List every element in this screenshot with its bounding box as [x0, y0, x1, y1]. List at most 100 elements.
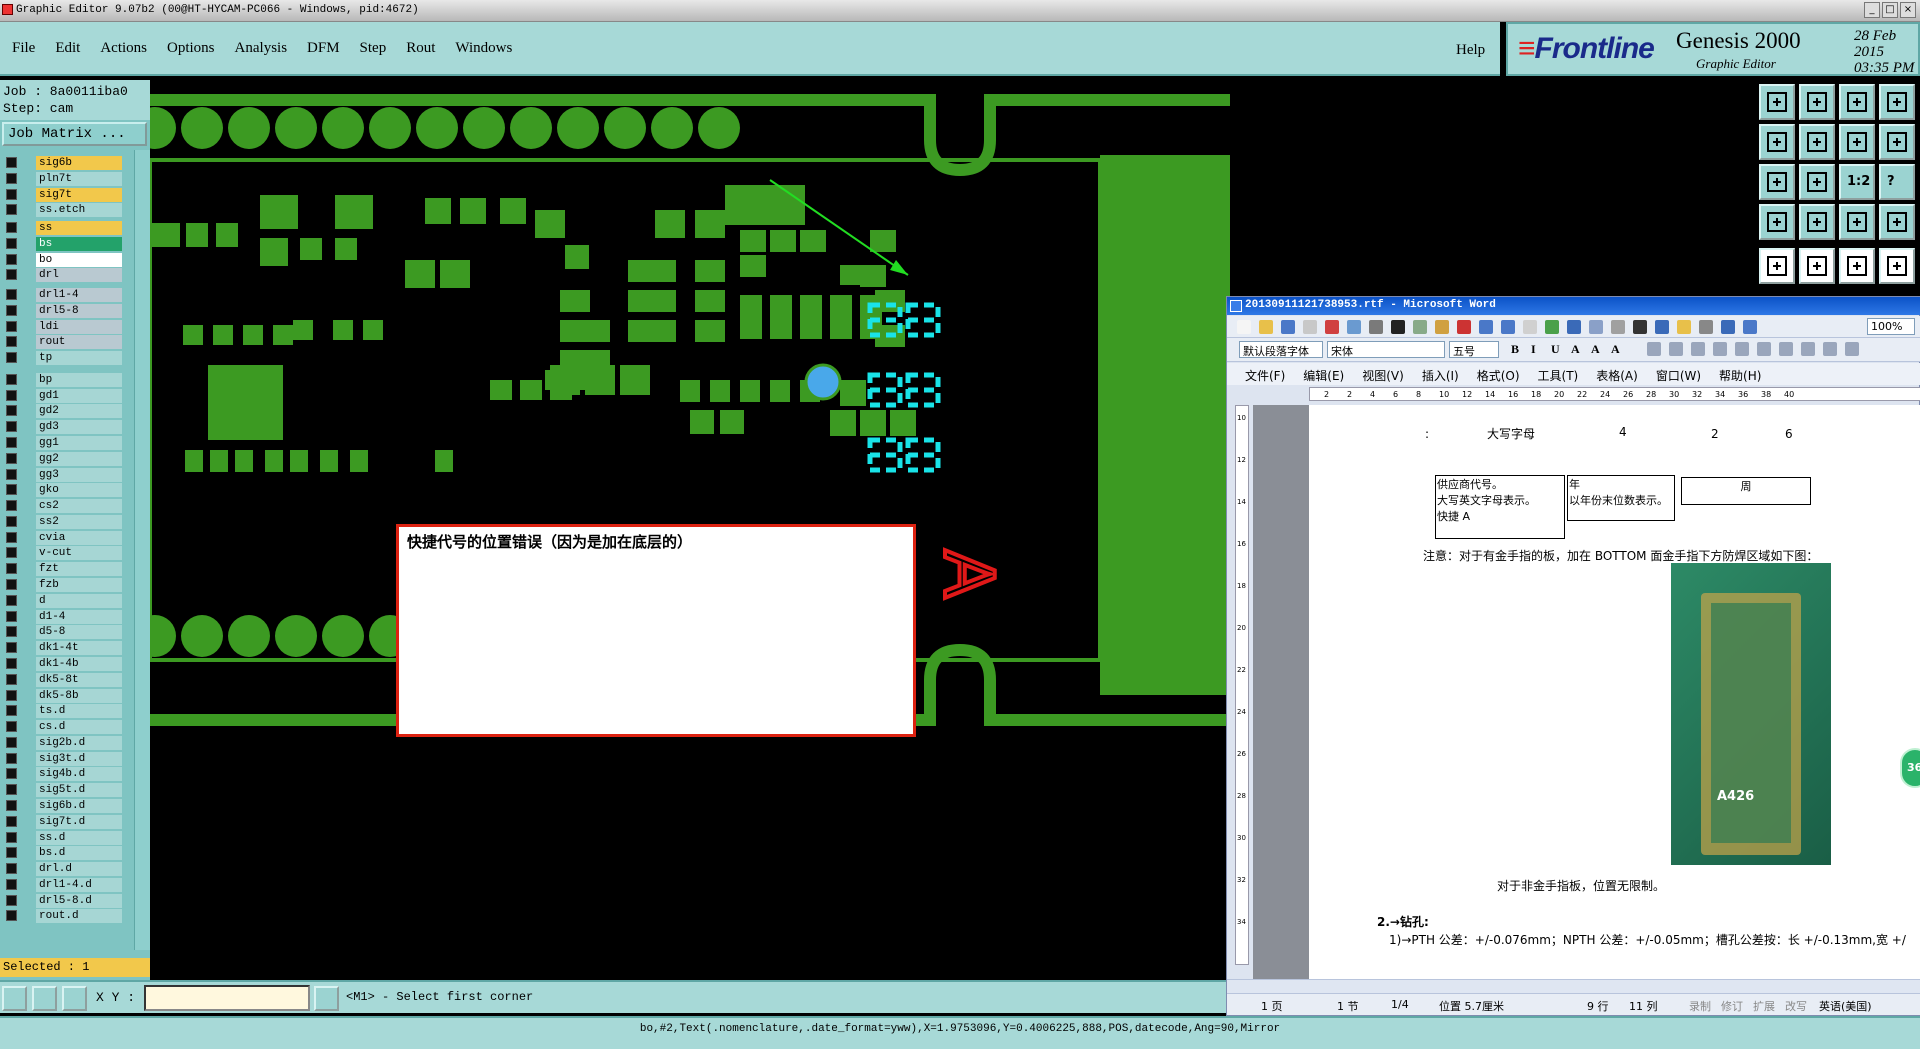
layer-checkbox[interactable] — [6, 594, 17, 606]
layer-row[interactable]: d1-4 — [4, 609, 122, 624]
layer-row[interactable]: bp — [4, 372, 122, 387]
menu-rout[interactable]: Rout — [406, 40, 435, 57]
layer-row[interactable]: fzb — [4, 578, 122, 593]
layer-row[interactable]: gg1 — [4, 436, 122, 451]
layer-checkbox[interactable] — [6, 500, 17, 512]
font-select[interactable]: 宋体 — [1327, 341, 1445, 358]
layer-scrollbar[interactable] — [134, 150, 150, 950]
layer-checkbox[interactable] — [6, 304, 17, 316]
size-select[interactable]: 五号 — [1449, 341, 1499, 358]
help-menu[interactable]: Help — [1456, 42, 1485, 59]
layer-checkbox[interactable] — [6, 373, 17, 385]
layer-row[interactable]: bs.d — [4, 846, 122, 861]
layer-row[interactable]: dk1-4b — [4, 656, 122, 671]
export-icon[interactable] — [1799, 84, 1835, 120]
paragraph-icon[interactable] — [1779, 342, 1793, 356]
menu-dfm[interactable]: DFM — [307, 40, 340, 57]
layer-checkbox[interactable] — [6, 452, 17, 464]
format-icon[interactable]: B — [1511, 342, 1519, 357]
horizontal-scrollbar[interactable] — [1227, 979, 1920, 993]
layer-row[interactable]: d — [4, 593, 122, 608]
word-toolbar-icon[interactable] — [1259, 320, 1273, 334]
word-toolbar-icon[interactable] — [1545, 320, 1559, 334]
layer-checkbox[interactable] — [6, 336, 17, 348]
layer-row[interactable]: drl5-8.d — [4, 893, 122, 908]
layer-row[interactable]: drl1-4 — [4, 288, 122, 303]
document-page[interactable]: : 大写字母 4 2 6 供应商代号。 大写英文字母表示。 快捷 A 年以年份末位数… — [1309, 405, 1920, 979]
layer-row[interactable]: tp — [4, 351, 122, 366]
menu-analysis[interactable]: Analysis — [235, 40, 288, 57]
layer-row[interactable]: sig5t.d — [4, 783, 122, 798]
layer-row[interactable]: sig2b.d — [4, 735, 122, 750]
paragraph-icon[interactable] — [1845, 342, 1859, 356]
menu-windows[interactable]: Windows — [455, 40, 512, 57]
layer-row[interactable]: cs2 — [4, 499, 122, 514]
layer-checkbox[interactable] — [6, 673, 17, 685]
vertical-ruler[interactable]: 10 12 14 16 18 20 22 24 26 28 30 32 34 — [1235, 405, 1249, 965]
layer-checkbox[interactable] — [6, 610, 17, 622]
pan-icon[interactable] — [1799, 164, 1835, 200]
paragraph-icon[interactable] — [1801, 342, 1815, 356]
layer-checkbox[interactable] — [6, 736, 17, 748]
layer-checkbox[interactable] — [6, 320, 17, 332]
word-toolbar-icon[interactable] — [1391, 320, 1405, 334]
scale-icon[interactable]: 1:2 — [1839, 164, 1875, 200]
layer-row[interactable]: sig7t.d — [4, 814, 122, 829]
layer-checkbox[interactable] — [6, 389, 17, 401]
horizontal-ruler[interactable]: 2 2 4 6 8 10 12 14 16 18 20 22 24 26 28 30 32 34 36 38 40 — [1309, 387, 1920, 401]
word-menu-item[interactable]: 编辑(E) — [1303, 367, 1344, 385]
layer-row[interactable]: sig3t.d — [4, 751, 122, 766]
layer-checkbox[interactable] — [6, 894, 17, 906]
word-toolbar-icon[interactable] — [1237, 320, 1251, 334]
layer-row[interactable]: d5-8 — [4, 625, 122, 640]
mirror-icon[interactable] — [1839, 124, 1875, 160]
layer-checkbox[interactable] — [6, 172, 17, 184]
layer-row[interactable]: sig4b.d — [4, 767, 122, 782]
word-menu-item[interactable]: 文件(F) — [1245, 367, 1285, 385]
layer-checkbox[interactable] — [6, 657, 17, 669]
layer-row[interactable]: ss — [4, 221, 122, 236]
layer-row[interactable]: sig6b — [4, 156, 122, 170]
word-toolbar-icon[interactable] — [1281, 320, 1295, 334]
layer-checkbox[interactable] — [6, 484, 17, 496]
layer-row[interactable]: gd3 — [4, 420, 122, 435]
paragraph-icon[interactable] — [1669, 342, 1683, 356]
layer-checkbox[interactable] — [6, 799, 17, 811]
layer-checkbox[interactable] — [6, 689, 17, 701]
word-toolbar-icon[interactable] — [1303, 320, 1317, 334]
measure-icon[interactable] — [32, 986, 57, 1011]
layer-checkbox[interactable] — [6, 352, 17, 364]
minimize-button[interactable]: _ — [1864, 2, 1880, 18]
layer-row[interactable]: fzt — [4, 562, 122, 577]
paragraph-icon[interactable] — [1691, 342, 1705, 356]
layer-row[interactable]: dk5-8t — [4, 672, 122, 687]
draw-icon[interactable] — [1759, 204, 1795, 240]
layer-row[interactable]: ss.d — [4, 830, 122, 845]
word-menu-item[interactable]: 工具(T) — [1538, 367, 1579, 385]
layer-row[interactable]: drl1-4.d — [4, 877, 122, 892]
layer-checkbox[interactable] — [6, 784, 17, 796]
layer-row[interactable]: ts.d — [4, 704, 122, 719]
word-menu-item[interactable]: 表格(A) — [1596, 367, 1638, 385]
layer-row[interactable]: dk5-8b — [4, 688, 122, 703]
layer-row[interactable]: drl — [4, 268, 122, 283]
format-icon[interactable]: A — [1611, 342, 1620, 357]
grid-icon[interactable] — [1799, 204, 1835, 240]
layer-row[interactable]: gko — [4, 483, 122, 498]
layer-row[interactable]: dk1-4t — [4, 641, 122, 656]
paragraph-icon[interactable] — [1735, 342, 1749, 356]
menu-edit[interactable]: Edit — [55, 40, 80, 57]
layer-row[interactable]: rout — [4, 335, 122, 350]
layer-row[interactable]: ss2 — [4, 514, 122, 529]
word-menu-item[interactable]: 帮助(H) — [1719, 367, 1761, 385]
layer-checkbox[interactable] — [6, 579, 17, 591]
layer-row[interactable]: bo — [4, 252, 122, 267]
layer-checkbox[interactable] — [6, 405, 17, 417]
layer-checkbox[interactable] — [6, 547, 17, 559]
floating-badge[interactable]: 36 — [1900, 748, 1920, 788]
format-icon[interactable]: U — [1551, 342, 1560, 357]
layer-checkbox[interactable] — [6, 222, 17, 234]
word-toolbar-icon[interactable] — [1479, 320, 1493, 334]
paragraph-icon[interactable] — [1647, 342, 1661, 356]
layer-row[interactable]: sig6b.d — [4, 798, 122, 813]
